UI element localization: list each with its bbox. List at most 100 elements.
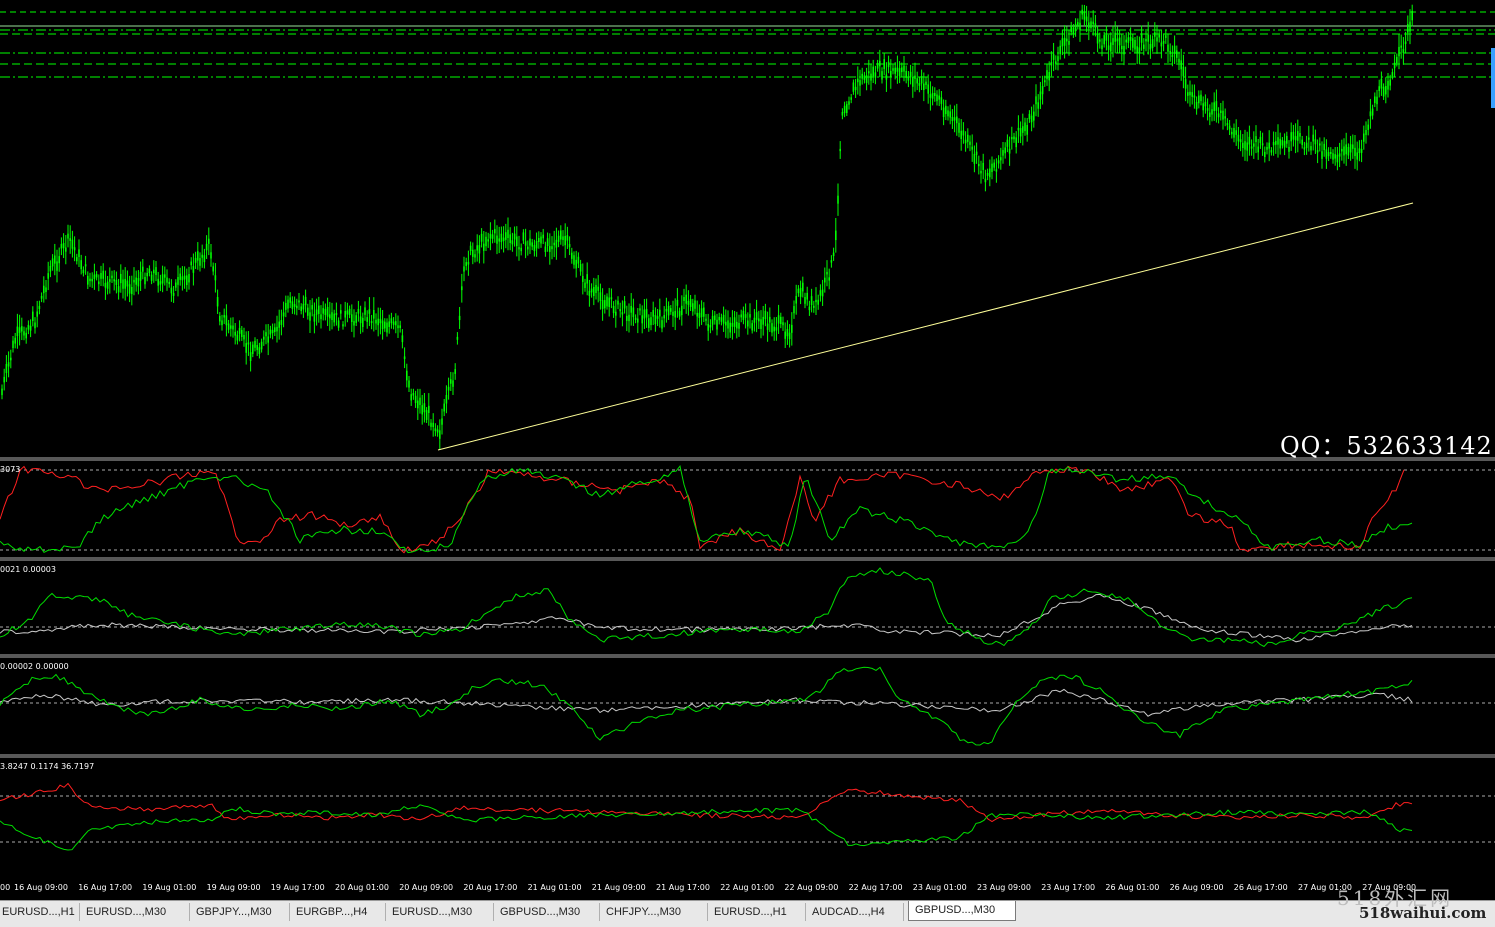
time-axis-label: 21 Aug 17:00 bbox=[656, 883, 710, 892]
panel-4-label: 3.8247 0.1174 36.7197 bbox=[0, 762, 95, 771]
price-candle-body bbox=[791, 324, 793, 333]
price-candle-body bbox=[1378, 86, 1380, 91]
price-candle-body bbox=[1301, 139, 1303, 145]
price-candle-body bbox=[584, 282, 586, 289]
price-candle-body bbox=[784, 331, 786, 339]
price-candle-body bbox=[168, 281, 170, 285]
price-candle-body bbox=[1325, 149, 1328, 159]
chart-tab[interactable]: GBPJPY...,M30 bbox=[190, 903, 290, 921]
price-candle-body bbox=[12, 340, 14, 348]
price-candle-body bbox=[1134, 39, 1136, 50]
price-candle-body bbox=[1261, 143, 1264, 146]
price-candle-body bbox=[1138, 47, 1141, 54]
time-axis-label: 19 Aug 17:00 bbox=[270, 883, 325, 892]
chart-tab[interactable]: GBPUSD...,M30 bbox=[494, 903, 600, 921]
price-candle-body bbox=[918, 83, 921, 86]
price-candle-body bbox=[1204, 101, 1207, 107]
price-candle-body bbox=[1356, 152, 1358, 160]
chart-tab[interactable]: CHFJPY...,M30 bbox=[600, 903, 708, 921]
price-candle-body bbox=[689, 299, 692, 307]
price-candle-body bbox=[43, 285, 45, 294]
price-candle-body bbox=[848, 101, 850, 105]
price-candle-body bbox=[49, 265, 52, 272]
price-candle-body bbox=[1264, 151, 1266, 158]
price-candle-body bbox=[1237, 134, 1240, 142]
price-candle-body bbox=[1127, 37, 1130, 43]
price-candle-body bbox=[626, 315, 628, 321]
price-candle-body bbox=[593, 286, 595, 297]
price-candle-body bbox=[656, 316, 659, 319]
price-candle-body bbox=[599, 292, 602, 301]
price-candle-body bbox=[172, 293, 175, 296]
price-candle-body bbox=[117, 286, 120, 293]
price-candle-body bbox=[868, 71, 870, 74]
price-candle-body bbox=[214, 275, 217, 281]
price-candle-body bbox=[302, 303, 305, 310]
price-candle-body bbox=[225, 315, 228, 326]
price-candle-body bbox=[285, 302, 287, 310]
time-axis-label: 19 Aug 09:00 bbox=[206, 883, 261, 892]
price-candle-body bbox=[21, 326, 23, 332]
price-candle-body bbox=[47, 273, 49, 279]
price-candle-body bbox=[476, 245, 478, 251]
price-candle-body bbox=[175, 282, 177, 288]
price-candle-body bbox=[65, 247, 67, 252]
chart-tab[interactable]: EURUSD...,M30 bbox=[386, 903, 494, 921]
price-candle-body bbox=[89, 278, 91, 282]
price-candle-body bbox=[1305, 142, 1308, 148]
price-candle-body bbox=[566, 235, 569, 241]
price-candle-body bbox=[810, 296, 813, 306]
time-axis-label: 23 Aug 01:00 bbox=[912, 883, 967, 892]
price-candle-body bbox=[920, 76, 923, 84]
price-candle-body bbox=[1380, 78, 1383, 89]
price-candle-body bbox=[249, 352, 252, 361]
price-candle-body bbox=[953, 117, 956, 121]
price-candle-body bbox=[139, 271, 142, 281]
price-candle-body bbox=[1217, 113, 1220, 118]
price-candle-body bbox=[826, 271, 828, 275]
price-candle-body bbox=[808, 306, 811, 311]
price-candle-body bbox=[839, 148, 841, 152]
chart-tab[interactable]: AUDCAD...,H4 bbox=[806, 903, 904, 921]
chart-tab[interactable]: EURUSD...,H1 bbox=[0, 903, 80, 921]
price-candle-body bbox=[109, 279, 111, 282]
price-candle-body bbox=[742, 310, 745, 320]
price-candle-body bbox=[643, 309, 646, 319]
price-candle-body bbox=[417, 400, 419, 409]
price-candle-body bbox=[298, 300, 300, 303]
price-candle-body bbox=[1248, 136, 1251, 145]
price-candle-body bbox=[841, 111, 844, 116]
price-candle-body bbox=[238, 327, 241, 334]
chart-tab[interactable]: GBPUSD...,M30 bbox=[908, 901, 1016, 921]
price-candle-body bbox=[560, 230, 562, 240]
price-candle-body bbox=[82, 269, 85, 274]
chart-tab[interactable]: EURGBP...,H4 bbox=[290, 903, 386, 921]
price-candle-body bbox=[375, 319, 377, 324]
price-candle-body bbox=[1057, 56, 1059, 61]
price-candle-body bbox=[905, 70, 907, 78]
price-candle-body bbox=[1365, 130, 1367, 135]
price-candle-body bbox=[73, 247, 76, 251]
price-candle-body bbox=[1110, 42, 1112, 52]
chart-tab[interactable]: EURUSD...,M30 bbox=[80, 903, 190, 921]
chart-area[interactable]: QQ：532633142 3073 0021 0.00003 0.00002 0… bbox=[0, 0, 1495, 880]
price-candle-body bbox=[1088, 22, 1090, 29]
chart-tab[interactable]: EURUSD...,H1 bbox=[708, 903, 806, 921]
price-candle-body bbox=[38, 305, 41, 310]
price-candle-body bbox=[1077, 22, 1079, 26]
price-candle-body bbox=[989, 168, 991, 178]
price-candle-body bbox=[1083, 11, 1086, 20]
price-candle-body bbox=[1385, 86, 1387, 95]
price-candle-body bbox=[562, 236, 564, 240]
price-candle-body bbox=[366, 317, 368, 322]
price-candle-body bbox=[254, 340, 256, 348]
price-candle-body bbox=[370, 321, 373, 324]
chart-canvas[interactable] bbox=[0, 0, 1495, 880]
price-candle-body bbox=[1037, 102, 1039, 109]
price-candle-body bbox=[1334, 154, 1336, 159]
price-candle-body bbox=[997, 160, 1000, 164]
time-axis-label: 23 Aug 09:00 bbox=[977, 883, 1031, 892]
price-candle-body bbox=[1211, 109, 1213, 115]
price-candle-body bbox=[1028, 113, 1031, 120]
price-candle-body bbox=[137, 278, 140, 287]
